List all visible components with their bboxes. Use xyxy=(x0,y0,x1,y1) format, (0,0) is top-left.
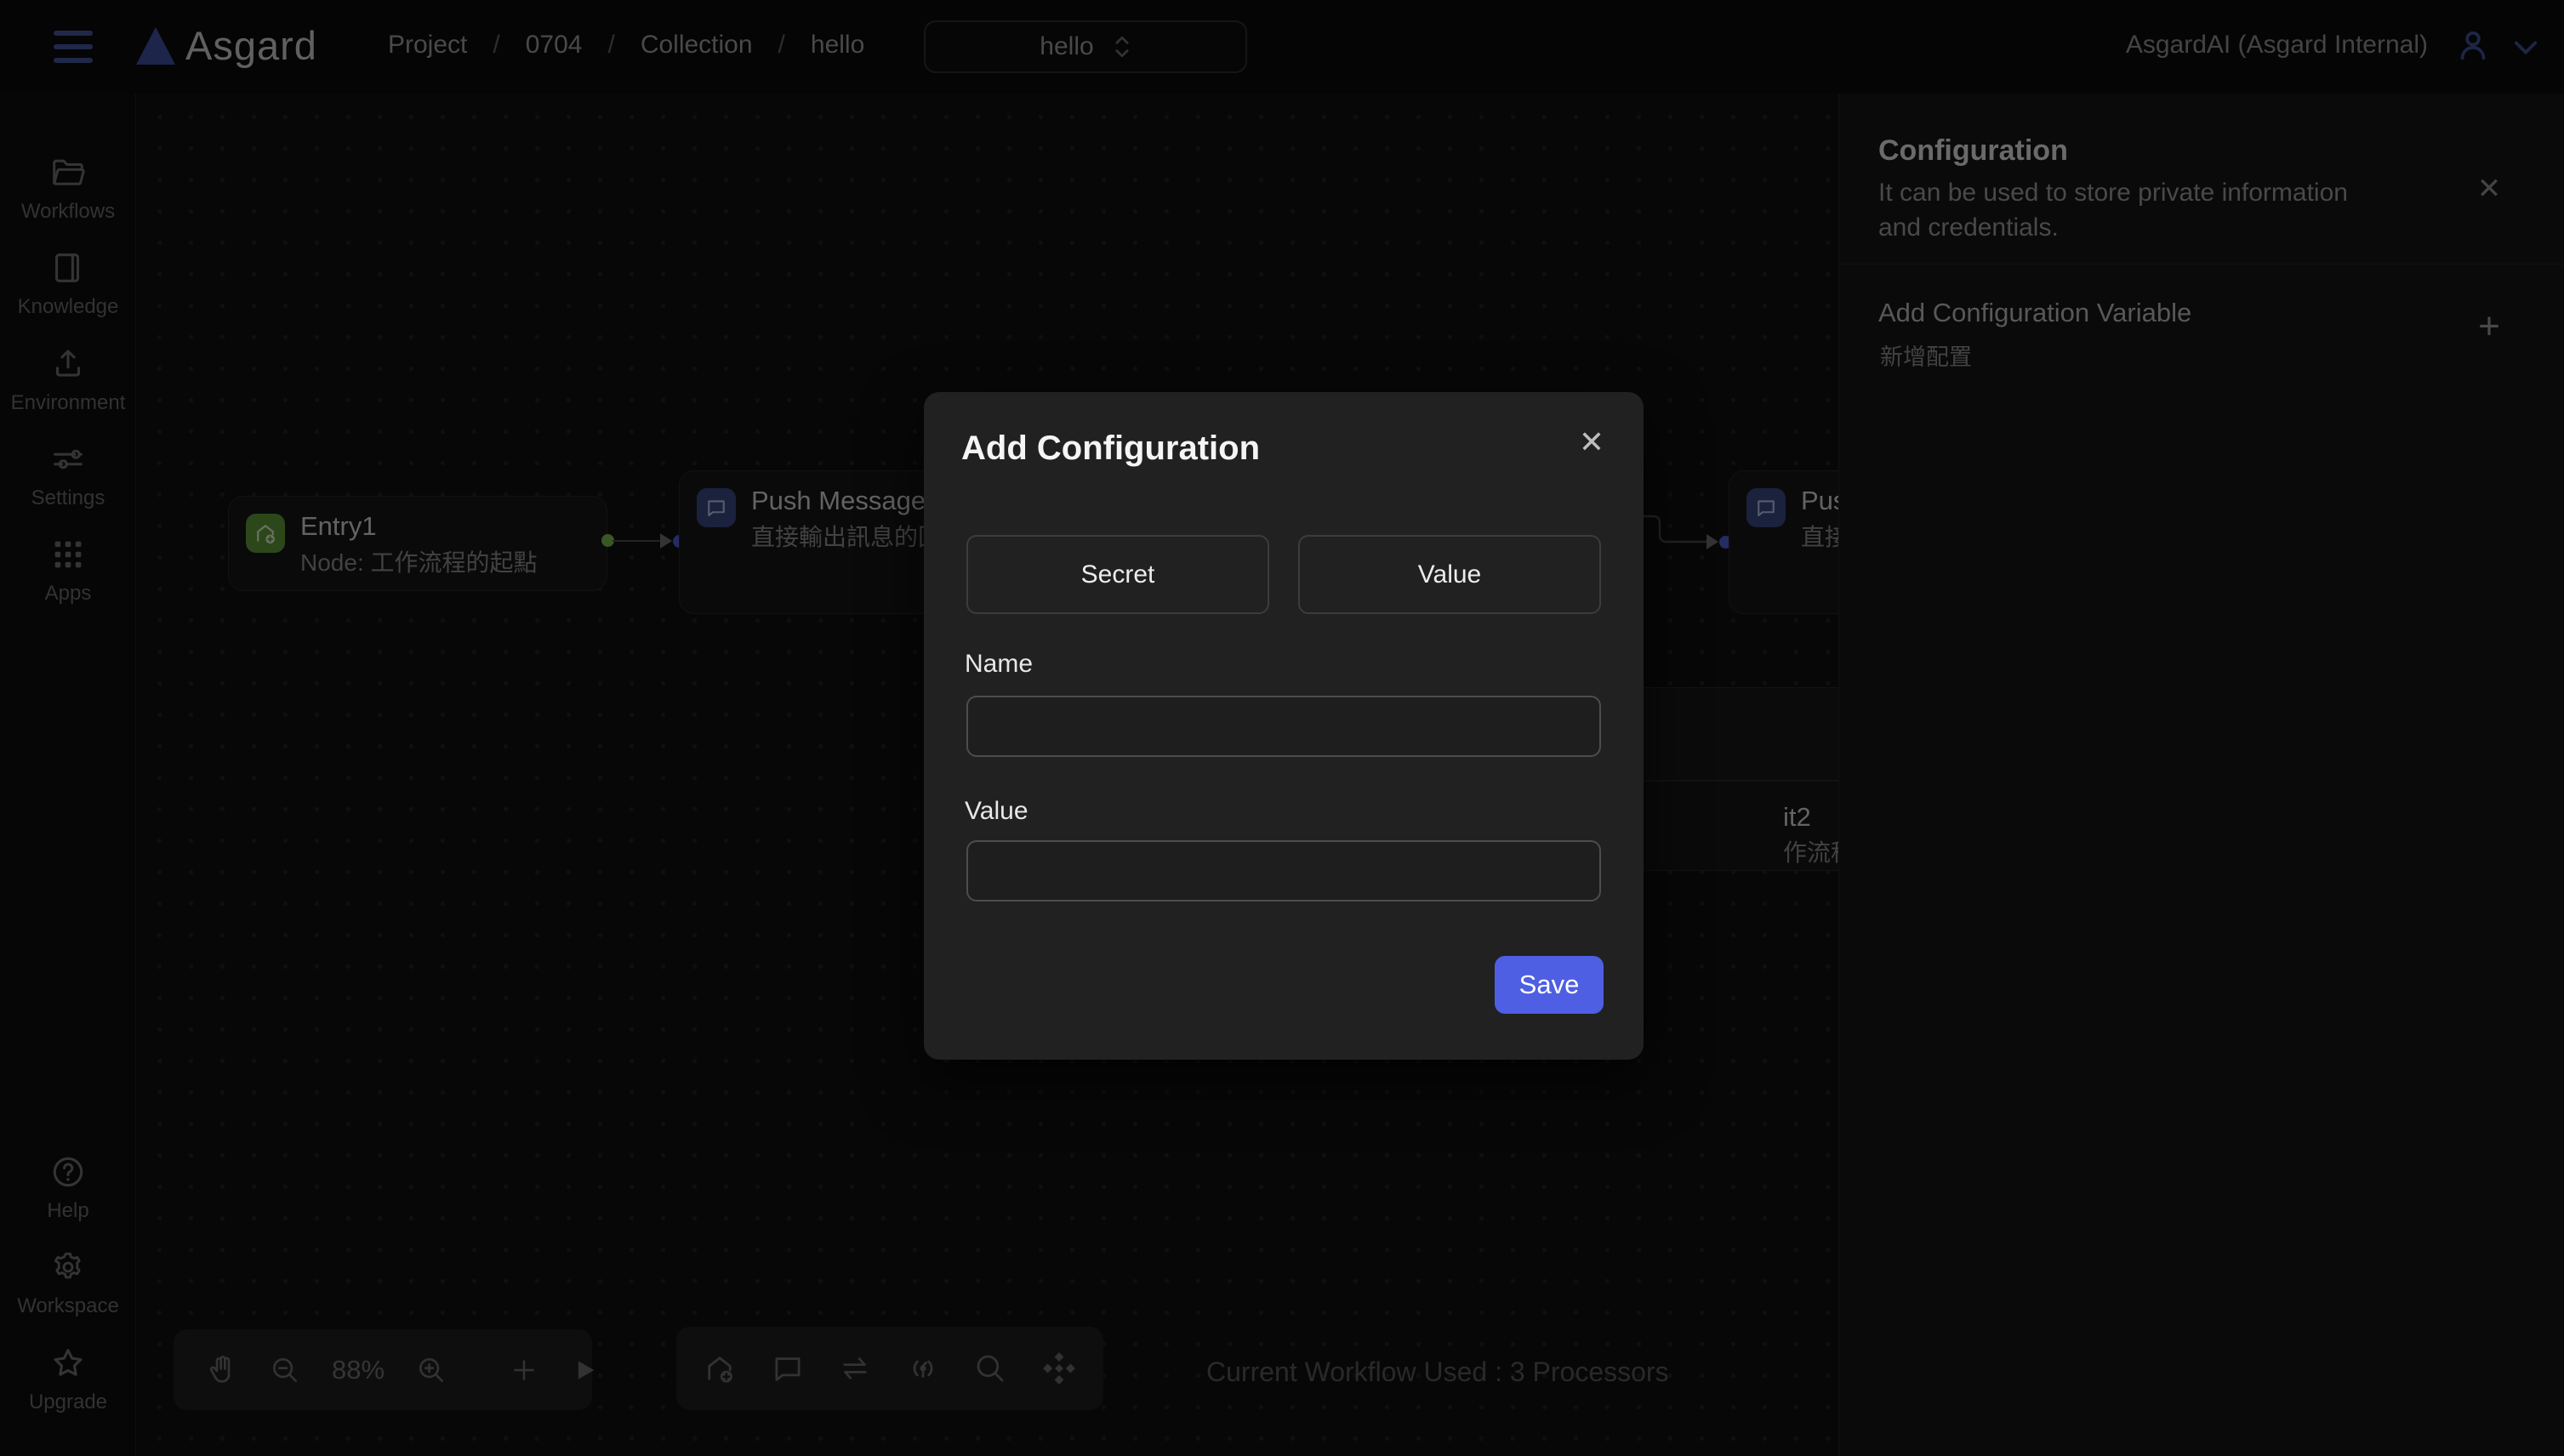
tab-secret[interactable]: Secret xyxy=(966,535,1269,614)
modal-title: Add Configuration xyxy=(961,429,1260,468)
value-input[interactable] xyxy=(966,840,1601,901)
save-button[interactable]: Save xyxy=(1495,956,1604,1014)
add-configuration-modal: Add Configuration ✕ Secret Value Name Va… xyxy=(924,392,1644,1060)
tab-value[interactable]: Value xyxy=(1298,535,1601,614)
config-type-tabs: Secret Value xyxy=(966,535,1601,614)
name-field-label: Name xyxy=(965,650,1033,679)
name-input[interactable] xyxy=(966,696,1601,757)
value-field-label: Value xyxy=(965,797,1028,826)
modal-close-icon[interactable]: ✕ xyxy=(1570,421,1613,464)
app-root: Entry1 Node: 工作流程的起點 Push Message3 直接輸出訊… xyxy=(0,0,2564,1456)
